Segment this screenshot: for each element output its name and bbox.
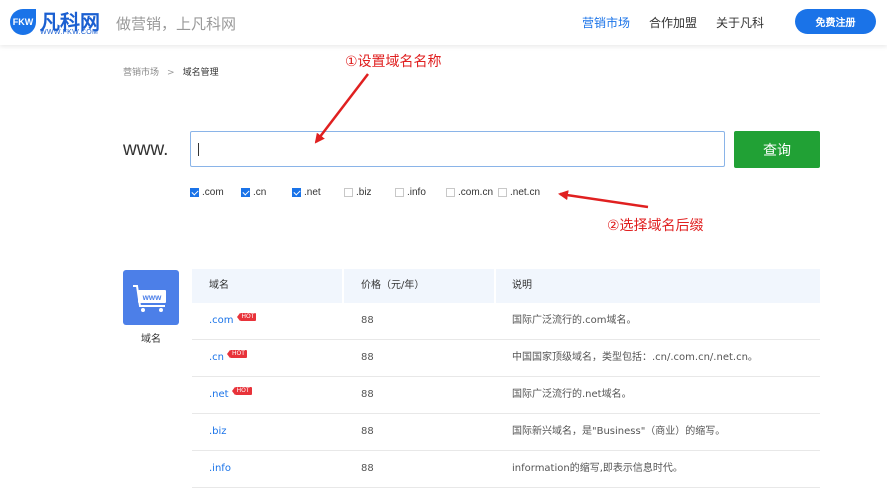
suffix-biz[interactable]: .biz [344,187,372,198]
annotation-step2: ②选择域名后缀 [607,218,704,234]
checkbox-unchecked-icon[interactable] [395,188,404,197]
top-header: FKW 凡科网 WWW.FKW.COM 做营销，上凡科网 营销市场 合作加盟 关… [0,0,887,45]
nav-about[interactable]: 关于凡科 [716,14,764,31]
domain-name-cell[interactable]: .biz [209,414,227,450]
table-row[interactable]: .biz 88 国际新兴域名，是"Business"（商业）的缩写。 [192,414,820,451]
domain-category-icon[interactable]: www [123,270,179,325]
column-header-domain: 域名 [209,280,229,291]
column-divider [494,269,496,303]
suffix-label: .com.cn [458,187,494,198]
annotation-step1: ①设置域名名称 [345,54,442,70]
text-caret [198,143,199,156]
table-row[interactable]: .cn HOT 88 中国国家顶级域名，类型包括：.cn/.com.cn/.net… [192,340,820,377]
nav-marketing[interactable]: 营销市场 [582,14,630,31]
suffix-label: .com [202,187,224,198]
table-row[interactable]: .info 88 information的缩写,即表示信息时代。 [192,451,820,488]
suffix-label: .biz [356,187,372,198]
slogan: 做营销，上凡科网 [116,15,237,33]
price-cell: 88 [361,426,374,437]
description-cell: 国际新兴域名，是"Business"（商业）的缩写。 [512,426,726,437]
checkbox-checked-icon[interactable] [190,188,199,197]
column-header-price: 价格（元/年） [361,280,425,291]
breadcrumb-separator: > [167,68,175,78]
domain-category-label: 域名 [141,334,161,345]
checkbox-unchecked-icon[interactable] [446,188,455,197]
arrow-to-suffixes [558,190,649,209]
suffix-label: .info [407,187,426,198]
domain-name-input[interactable] [190,131,725,167]
price-cell: 88 [361,352,374,363]
table-row[interactable]: .com HOT 88 国际广泛流行的.com域名。 [192,303,820,340]
domain-name-cell[interactable]: .net HOT [209,377,252,413]
price-cell: 88 [361,463,374,474]
hot-badge: HOT [227,350,247,358]
suffix-label: .cn [253,187,267,198]
table-row[interactable]: .net HOT 88 国际广泛流行的.net域名。 [192,377,820,414]
suffix-net[interactable]: .net [292,187,321,198]
hot-badge: HOT [231,387,252,395]
checkbox-unchecked-icon[interactable] [498,188,507,197]
price-cell: 88 [361,389,374,400]
suffix-com-cn[interactable]: .com.cn [446,187,493,198]
suffix-label: .net [304,187,321,198]
column-header-description: 说明 [512,280,532,291]
breadcrumb: 营销市场 > 域名管理 [123,65,219,78]
suffix-label: .net.cn [510,187,541,198]
nav-partnership[interactable]: 合作加盟 [649,14,697,31]
column-divider [342,269,344,303]
register-button[interactable]: 免费注册 [795,9,876,34]
description-cell: information的缩写,即表示信息时代。 [512,463,683,474]
description-cell: 中国国家顶级域名，类型包括：.cn/.com.cn/.net.cn。 [512,352,758,363]
logo-url: WWW.FKW.COM [40,29,99,36]
checkbox-checked-icon[interactable] [292,188,301,197]
domain-name-cell[interactable]: .cn HOT [209,340,247,376]
description-cell: 国际广泛流行的.net域名。 [512,389,632,400]
breadcrumb-parent[interactable]: 营销市场 [123,68,159,78]
search-button[interactable]: 查询 [734,131,820,168]
domain-name-cell[interactable]: .info [209,451,231,487]
suffix-com[interactable]: .com [190,187,224,198]
suffix-cn[interactable]: .cn [241,187,266,198]
table-header: 域名 价格（元/年） 说明 [192,269,820,303]
hot-badge: HOT [236,313,257,321]
suffix-net-cn[interactable]: .net.cn [498,187,540,198]
description-cell: 国际广泛流行的.com域名。 [512,315,637,326]
www-cart-icon: www [133,285,166,312]
suffix-info[interactable]: .info [395,187,426,198]
svg-text:www: www [142,293,162,302]
checkbox-checked-icon[interactable] [241,188,250,197]
checkbox-unchecked-icon[interactable] [344,188,353,197]
breadcrumb-current: 域名管理 [182,68,219,78]
domain-name-cell[interactable]: .com HOT [209,303,257,339]
www-prefix: www. [123,139,169,160]
price-cell: 88 [361,315,374,326]
domain-price-table: 域名 价格（元/年） 说明 .com HOT 88 国际广泛流行的.com域名。 … [192,269,820,488]
logo-mark[interactable]: FKW [10,9,36,35]
